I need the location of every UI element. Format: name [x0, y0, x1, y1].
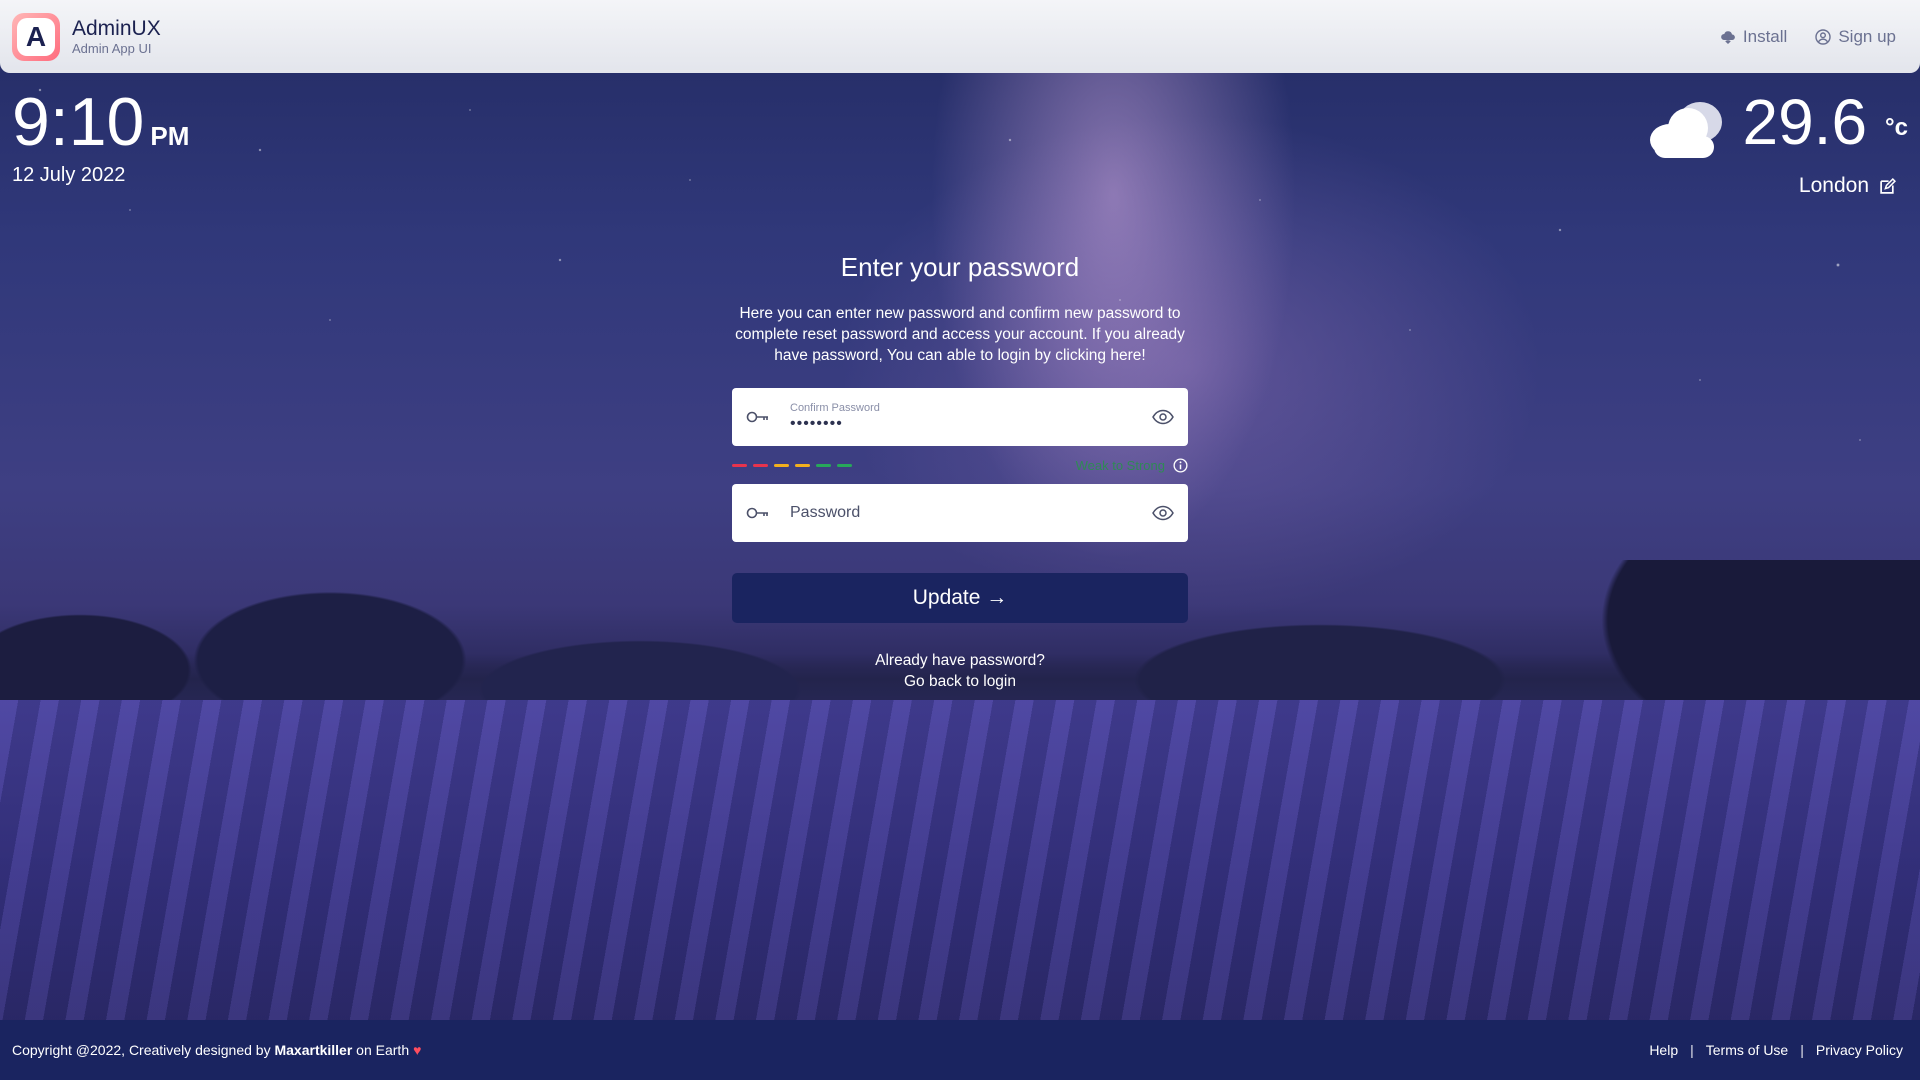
privacy-link[interactable]: Privacy Policy: [1816, 1042, 1903, 1058]
copyright-suffix: on Earth: [352, 1042, 410, 1058]
password-placeholder[interactable]: Password: [790, 504, 1152, 522]
password-text[interactable]: Password: [790, 504, 1152, 522]
cloud-icon: [1650, 102, 1723, 158]
footer-separator: |: [1800, 1042, 1804, 1058]
password-strength: Weak to Strong: [732, 446, 1188, 484]
user-circle-icon: [1815, 28, 1832, 45]
install-label: Install: [1742, 26, 1788, 46]
clock-date: 12 July 2022: [12, 164, 126, 186]
help-link[interactable]: Help: [1649, 1042, 1678, 1058]
strength-bars: [732, 463, 852, 467]
brand-subtitle: Admin App UI: [72, 40, 152, 56]
confirm-password-text[interactable]: Confirm Password ••••••••: [790, 401, 1152, 433]
footer-separator: |: [1690, 1042, 1694, 1058]
signup-label: Sign up: [1838, 26, 1896, 46]
back-to-login-link[interactable]: Go back to login: [732, 671, 1188, 692]
edit-icon[interactable]: [1879, 177, 1896, 195]
clock-time: 9:10: [12, 84, 145, 160]
terms-link[interactable]: Terms of Use: [1706, 1042, 1788, 1058]
temperature: 29.6: [1742, 86, 1868, 158]
cloud-download-icon: [1721, 30, 1735, 44]
weather-widget: 29.6 °c London: [1642, 86, 1908, 198]
weather-row: 29.6 °c: [1642, 86, 1908, 160]
header-actions: Install Sign up: [1720, 27, 1896, 47]
copyright-prefix: Copyright @2022, Creatively designed by: [12, 1042, 275, 1058]
strength-info: Weak to Strong: [1076, 458, 1188, 473]
form-title: Enter your password: [840, 252, 1080, 282]
signup-button[interactable]: Sign up: [1815, 27, 1896, 47]
clock-ampm: PM: [150, 121, 190, 151]
app-logo: A: [12, 12, 60, 61]
install-button[interactable]: Install: [1720, 27, 1787, 47]
background-lavender-field: [0, 700, 1920, 1020]
strength-bar: [837, 463, 852, 467]
logo-letter: A: [17, 17, 55, 56]
city-row[interactable]: London: [1642, 174, 1908, 198]
clock-time-row: 9:10 PM: [12, 84, 189, 160]
brand-text: AdminUX Admin App UI: [72, 17, 161, 57]
eye-icon[interactable]: [1152, 505, 1174, 521]
password-field[interactable]: Password: [732, 484, 1188, 542]
confirm-password-field[interactable]: Confirm Password ••••••••: [732, 388, 1188, 446]
strength-bar: [774, 463, 789, 467]
strength-bar: [753, 463, 768, 467]
footer: Copyright @2022, Creatively designed by …: [0, 1020, 1920, 1080]
copyright: Copyright @2022, Creatively designed by …: [12, 1042, 421, 1058]
brand-name: AdminUX: [72, 16, 161, 40]
update-button[interactable]: Update →: [732, 573, 1188, 623]
info-icon[interactable]: [1173, 457, 1188, 473]
author-link[interactable]: Maxartkiller: [274, 1042, 352, 1058]
heart-icon: ♥: [413, 1042, 422, 1058]
strength-bar: [816, 463, 831, 467]
strength-text: Weak to Strong: [1075, 457, 1165, 473]
key-icon: [746, 507, 768, 519]
city-name: London: [1798, 174, 1869, 197]
brand[interactable]: A AdminUX Admin App UI: [12, 12, 161, 61]
footer-links: Help | Terms of Use | Privacy Policy: [1649, 1042, 1908, 1058]
form-description: Here you can enter new password and conf…: [735, 305, 1185, 364]
temperature-unit: °c: [1885, 114, 1908, 141]
key-icon: [746, 411, 768, 423]
strength-bar: [732, 463, 747, 467]
reset-password-form: Enter your password Here you can enter n…: [732, 252, 1188, 692]
confirm-password-value[interactable]: ••••••••: [790, 415, 1152, 433]
eye-icon[interactable]: [1152, 409, 1174, 425]
strength-bar: [795, 463, 810, 467]
top-header: A AdminUX Admin App UI Install Sign up: [0, 0, 1920, 73]
already-have-password-text: Already have password?: [875, 652, 1045, 669]
clock-widget: 9:10 PM 12 July 2022: [12, 84, 189, 187]
confirm-password-label: Confirm Password: [790, 402, 880, 414]
